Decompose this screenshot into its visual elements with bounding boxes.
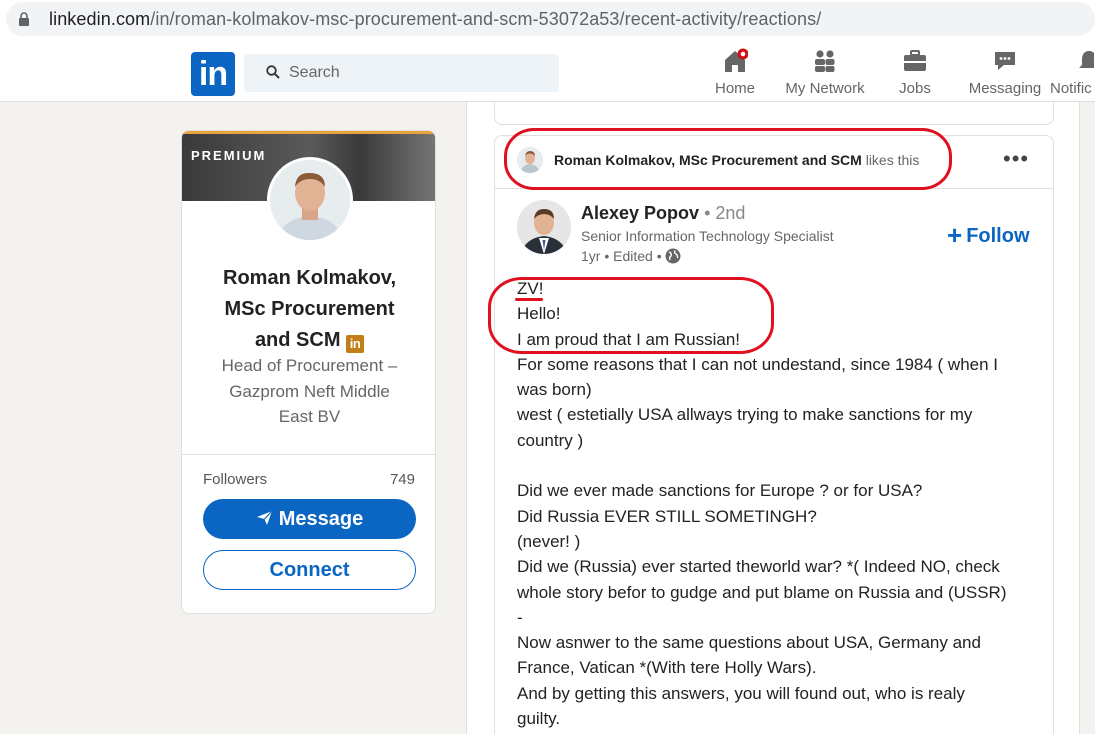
my-network-icon [815, 50, 835, 72]
search-box[interactable] [244, 54, 559, 92]
nav-notifications-label: Notific [1050, 80, 1092, 97]
profile-card: PREMIUM Roman Kolmakov, MSc Procurement … [181, 130, 436, 614]
message-button-label: Message [278, 508, 364, 530]
plus-icon: + [947, 220, 963, 250]
message-button[interactable]: Message [203, 499, 416, 539]
post-body-line: France, Vatican *(With tere Holly Wars). [517, 658, 817, 678]
profile-name-text: Roman Kolmakov, MSc Procurement and SCM [223, 267, 396, 351]
post-body-line: country ) [517, 430, 584, 450]
previous-post-card [494, 102, 1054, 125]
url-field[interactable]: linkedin.com/in/roman-kolmakov-msc-procu… [6, 2, 1095, 36]
linkedin-logo[interactable]: in [191, 52, 235, 96]
nav-messaging-label: Messaging [968, 80, 1042, 97]
post-meta-text: 1yr • Edited • [581, 248, 662, 264]
connect-button[interactable]: Connect [203, 550, 416, 590]
lock-icon [19, 12, 29, 26]
post-body-line: west ( estetially USA allways trying to … [517, 405, 973, 425]
profile-name[interactable]: Roman Kolmakov, MSc Procurement and SCM … [182, 263, 435, 356]
url-text[interactable]: linkedin.com/in/roman-kolmakov-msc-procu… [49, 9, 821, 30]
post-body-line: whole story befor to gudge and put blame… [517, 582, 1007, 602]
nav-home-label: Home [714, 80, 755, 97]
messaging-icon [995, 52, 1015, 70]
post-body-line: - [517, 607, 523, 627]
jobs-icon [904, 50, 926, 71]
nav-jobs-label: Jobs [899, 80, 931, 97]
nav-my-network-label: My Network [785, 80, 865, 97]
premium-badge-icon: in [346, 335, 365, 353]
followers-count: 749 [389, 471, 415, 488]
author-avatar[interactable] [517, 200, 571, 254]
post-body-line: For some reasons that I can not undestan… [517, 354, 999, 374]
profile-avatar[interactable] [267, 157, 353, 243]
nav-messaging[interactable]: Messaging [965, 48, 1045, 100]
url-host: linkedin.com [49, 9, 151, 29]
more-options-icon[interactable]: ••• [1003, 148, 1029, 170]
follow-label: Follow [966, 225, 1030, 247]
profile-divider [182, 454, 435, 455]
notifications-icon [1079, 51, 1094, 68]
globe-icon [665, 248, 681, 264]
top-nav: in Home My Network Jobs [0, 42, 1095, 102]
premium-label: PREMIUM [191, 148, 267, 163]
followers-label: Followers [203, 471, 268, 488]
send-icon [256, 510, 273, 525]
post-body-line: was born) [517, 380, 592, 400]
connection-degree: • 2nd [704, 203, 746, 223]
search-icon [266, 65, 280, 79]
post-body-line: Did we (Russia) ever started theworld wa… [517, 557, 1000, 577]
post-body-line: (never! ) [517, 531, 581, 551]
post-body-line: Did we ever made sanctions for Europe ? … [517, 481, 923, 501]
nav-home[interactable]: Home [713, 48, 757, 100]
annotation-ellipse-activity [504, 128, 952, 190]
annotation-underline-zv [515, 298, 543, 301]
profile-photo-icon [270, 160, 350, 240]
follow-button[interactable]: + Follow [947, 220, 1030, 251]
home-icon [725, 48, 748, 72]
post-body-line: guilty. [517, 709, 561, 729]
author-name[interactable]: Alexey Popov • 2nd [581, 203, 745, 224]
post-body-line [517, 453, 1037, 478]
nav-jobs[interactable]: Jobs [893, 48, 937, 100]
author-photo-icon [517, 200, 571, 254]
search-input[interactable] [289, 54, 549, 92]
browser-address-bar: linkedin.com/in/roman-kolmakov-msc-procu… [0, 0, 1095, 42]
post-meta: 1yr • Edited • [581, 248, 681, 264]
nav-notifications[interactable]: Notific [1050, 48, 1094, 100]
post-body-line: And by getting this answers, you will fo… [517, 683, 965, 703]
nav-my-network[interactable]: My Network [781, 48, 869, 100]
author-title: Senior Information Technology Specialist [581, 228, 834, 244]
post-body-line: Now asnwer to the same questions about U… [517, 633, 981, 653]
post-card: Roman Kolmakov, MSc Procurement and SCM … [494, 135, 1054, 734]
author-name-text: Alexey Popov [581, 203, 700, 223]
profile-headline: Head of Procurement – Gazprom Neft Middl… [221, 356, 398, 426]
post-body-line: Did Russia EVER STILL SOMETINGH? [517, 506, 817, 526]
annotation-ellipse-post-opening [488, 277, 774, 354]
url-path: /in/roman-kolmakov-msc-procurement-and-s… [150, 9, 822, 29]
